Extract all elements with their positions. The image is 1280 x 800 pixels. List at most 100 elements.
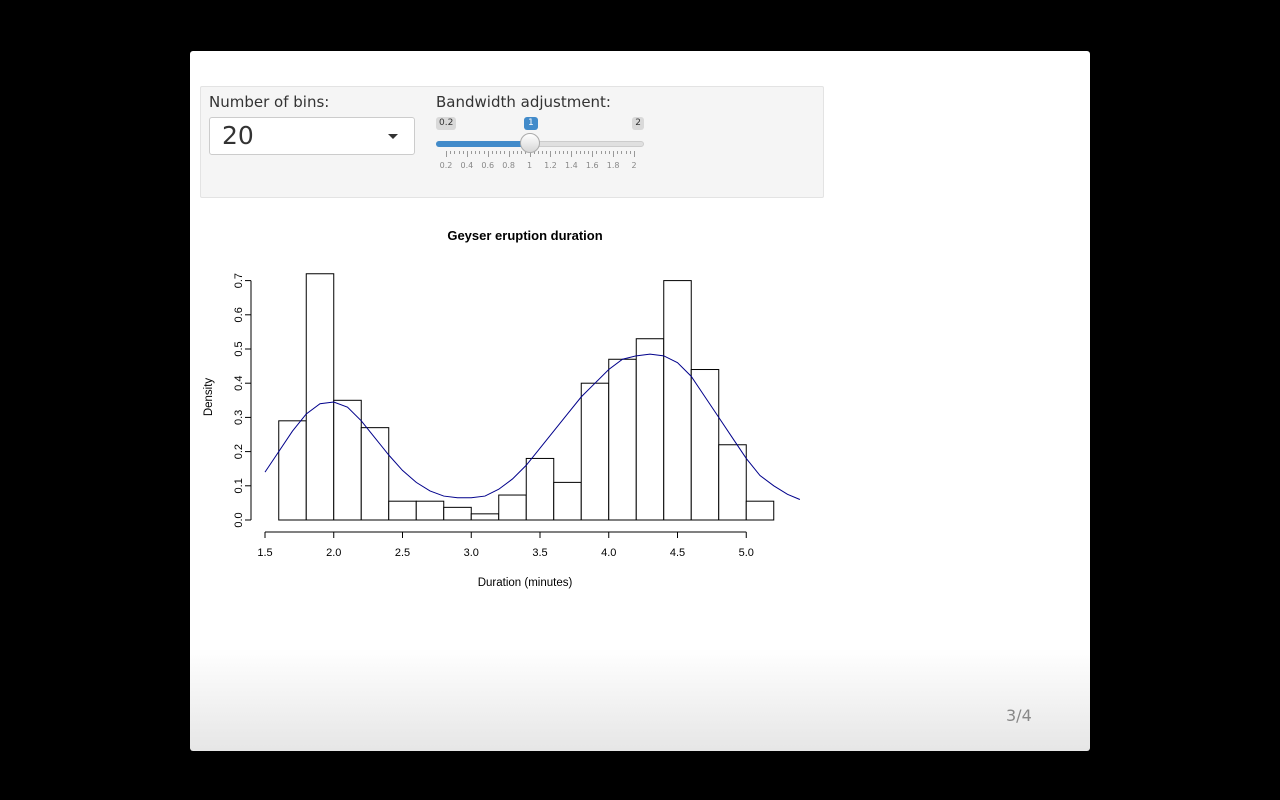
x-axis: 1.5 2.0 2.5 3.0 3.5 4.0 4.5 5.0 [257, 531, 754, 559]
slider-tick [629, 151, 631, 154]
histogram-bar [278, 420, 307, 521]
slider-tick [596, 151, 598, 154]
histogram-bar [553, 481, 582, 521]
histogram-bar [635, 338, 665, 521]
slider-tick [454, 151, 456, 154]
slider-tick [496, 151, 498, 154]
histogram-bar [333, 399, 362, 521]
x-tick-label: 3.0 [464, 547, 479, 559]
slider-tick [634, 151, 635, 157]
slider-tick-label: 2 [631, 161, 637, 170]
slider-tick [621, 151, 623, 154]
slider-tick [487, 151, 489, 157]
slide: Number of bins: 20 Bandwidth adjustment:… [190, 51, 1090, 751]
slider-tick [575, 151, 577, 154]
bins-label: Number of bins: [209, 93, 330, 111]
slider-tick [562, 151, 564, 154]
slider-tick [550, 151, 552, 157]
x-tick-label: 2.5 [395, 547, 410, 559]
x-tick-label: 5.0 [739, 547, 754, 559]
bins-select[interactable]: 20 [209, 117, 415, 155]
x-tick-label: 4.5 [670, 547, 685, 559]
x-axis-label: Duration (minutes) [478, 577, 573, 589]
y-axis: 0.0 0.1 0.2 0.3 0.4 0.5 0.6 0.7 [233, 273, 252, 528]
histogram-bar [415, 500, 445, 521]
y-tick-label: 0.2 [233, 444, 245, 459]
slider-tick-label: 0.6 [481, 161, 495, 170]
histogram-chart: Geyser eruption duration Duration (minut… [203, 228, 801, 589]
slider-tick [450, 151, 452, 154]
slider-tick [554, 151, 556, 154]
slider-tick [500, 151, 502, 154]
histogram-bar [305, 273, 335, 521]
histogram-bar [498, 494, 527, 521]
page-number: 3/4 [1006, 706, 1032, 725]
slider-handle[interactable] [520, 133, 540, 153]
histogram-bar [663, 280, 692, 521]
slider-min-label: 0.2 [436, 117, 457, 130]
slider-tick [588, 151, 590, 154]
bandwidth-label: Bandwidth adjustment: [436, 93, 611, 111]
slider-tick-label: 1.6 [585, 161, 599, 170]
histogram-bar [443, 506, 472, 521]
slider-tick [446, 151, 447, 157]
slider-tick [592, 151, 594, 157]
slider-tick [512, 151, 514, 154]
x-tick-label: 4.0 [601, 547, 616, 559]
slider-tick [508, 151, 510, 157]
slider-tick [491, 151, 493, 154]
y-axis-label: Density [203, 378, 215, 417]
slider-tick [521, 151, 523, 154]
slider-tick [542, 151, 544, 154]
bins-select-value: 20 [222, 121, 254, 150]
slider-tick [558, 151, 560, 154]
histogram-bar [690, 369, 720, 521]
slider-tick [613, 151, 615, 157]
slider-tick [466, 151, 468, 157]
slider-tick [462, 151, 464, 154]
y-tick-label: 0.4 [233, 376, 245, 391]
bandwidth-slider[interactable]: 0.2 2 1 0.2 0.4 0.6 0.8 1 1.2 1.4 1.6 1.8 2 [436, 115, 644, 173]
slider-tick-label: 0.4 [460, 161, 474, 170]
slider-value-label: 1 [524, 117, 538, 130]
slider-tick [567, 151, 569, 154]
slider-tick [579, 151, 581, 154]
slider-tick [571, 151, 573, 157]
slider-tick [479, 151, 481, 154]
chart-title: Geyser eruption duration [447, 228, 602, 243]
histogram-bar [608, 358, 637, 521]
x-tick-label: 1.5 [257, 547, 272, 559]
slider-tick [517, 151, 519, 154]
histogram-bar [470, 513, 500, 521]
slider-tick [608, 151, 610, 154]
slider-fill [436, 141, 530, 147]
histogram-bars [278, 273, 775, 521]
histogram-bar [360, 427, 390, 521]
controls-panel: Number of bins: 20 Bandwidth adjustment:… [200, 86, 824, 198]
slider-tick [475, 151, 477, 154]
slider-tick [617, 151, 619, 154]
slider-tick-label: 0.2 [439, 161, 453, 170]
histogram-bar [525, 457, 555, 521]
slider-tick [625, 151, 627, 154]
slider-tick-label: 1.8 [606, 161, 620, 170]
x-tick-label: 2.0 [326, 547, 341, 559]
slider-tick-label: 1.2 [544, 161, 557, 170]
slider-tick [483, 151, 485, 154]
slider-tick [504, 151, 506, 154]
slider-max-label: 2 [632, 117, 644, 130]
slider-tick [546, 151, 548, 154]
y-tick-label: 0.6 [233, 307, 245, 322]
chevron-down-icon[interactable] [388, 134, 398, 139]
slider-tick [458, 151, 460, 154]
y-tick-label: 0.5 [233, 341, 245, 356]
slider-tick-label: 1.4 [564, 161, 578, 170]
y-tick-label: 0.0 [233, 512, 245, 527]
slider-tick-label: 1 [527, 161, 533, 170]
histogram-bar [580, 382, 610, 521]
y-tick-label: 0.3 [233, 410, 245, 425]
slider-tick [604, 151, 606, 154]
slider-tick-label: 0.8 [502, 161, 516, 170]
slider-tick [583, 151, 585, 154]
y-tick-label: 0.1 [233, 478, 245, 493]
